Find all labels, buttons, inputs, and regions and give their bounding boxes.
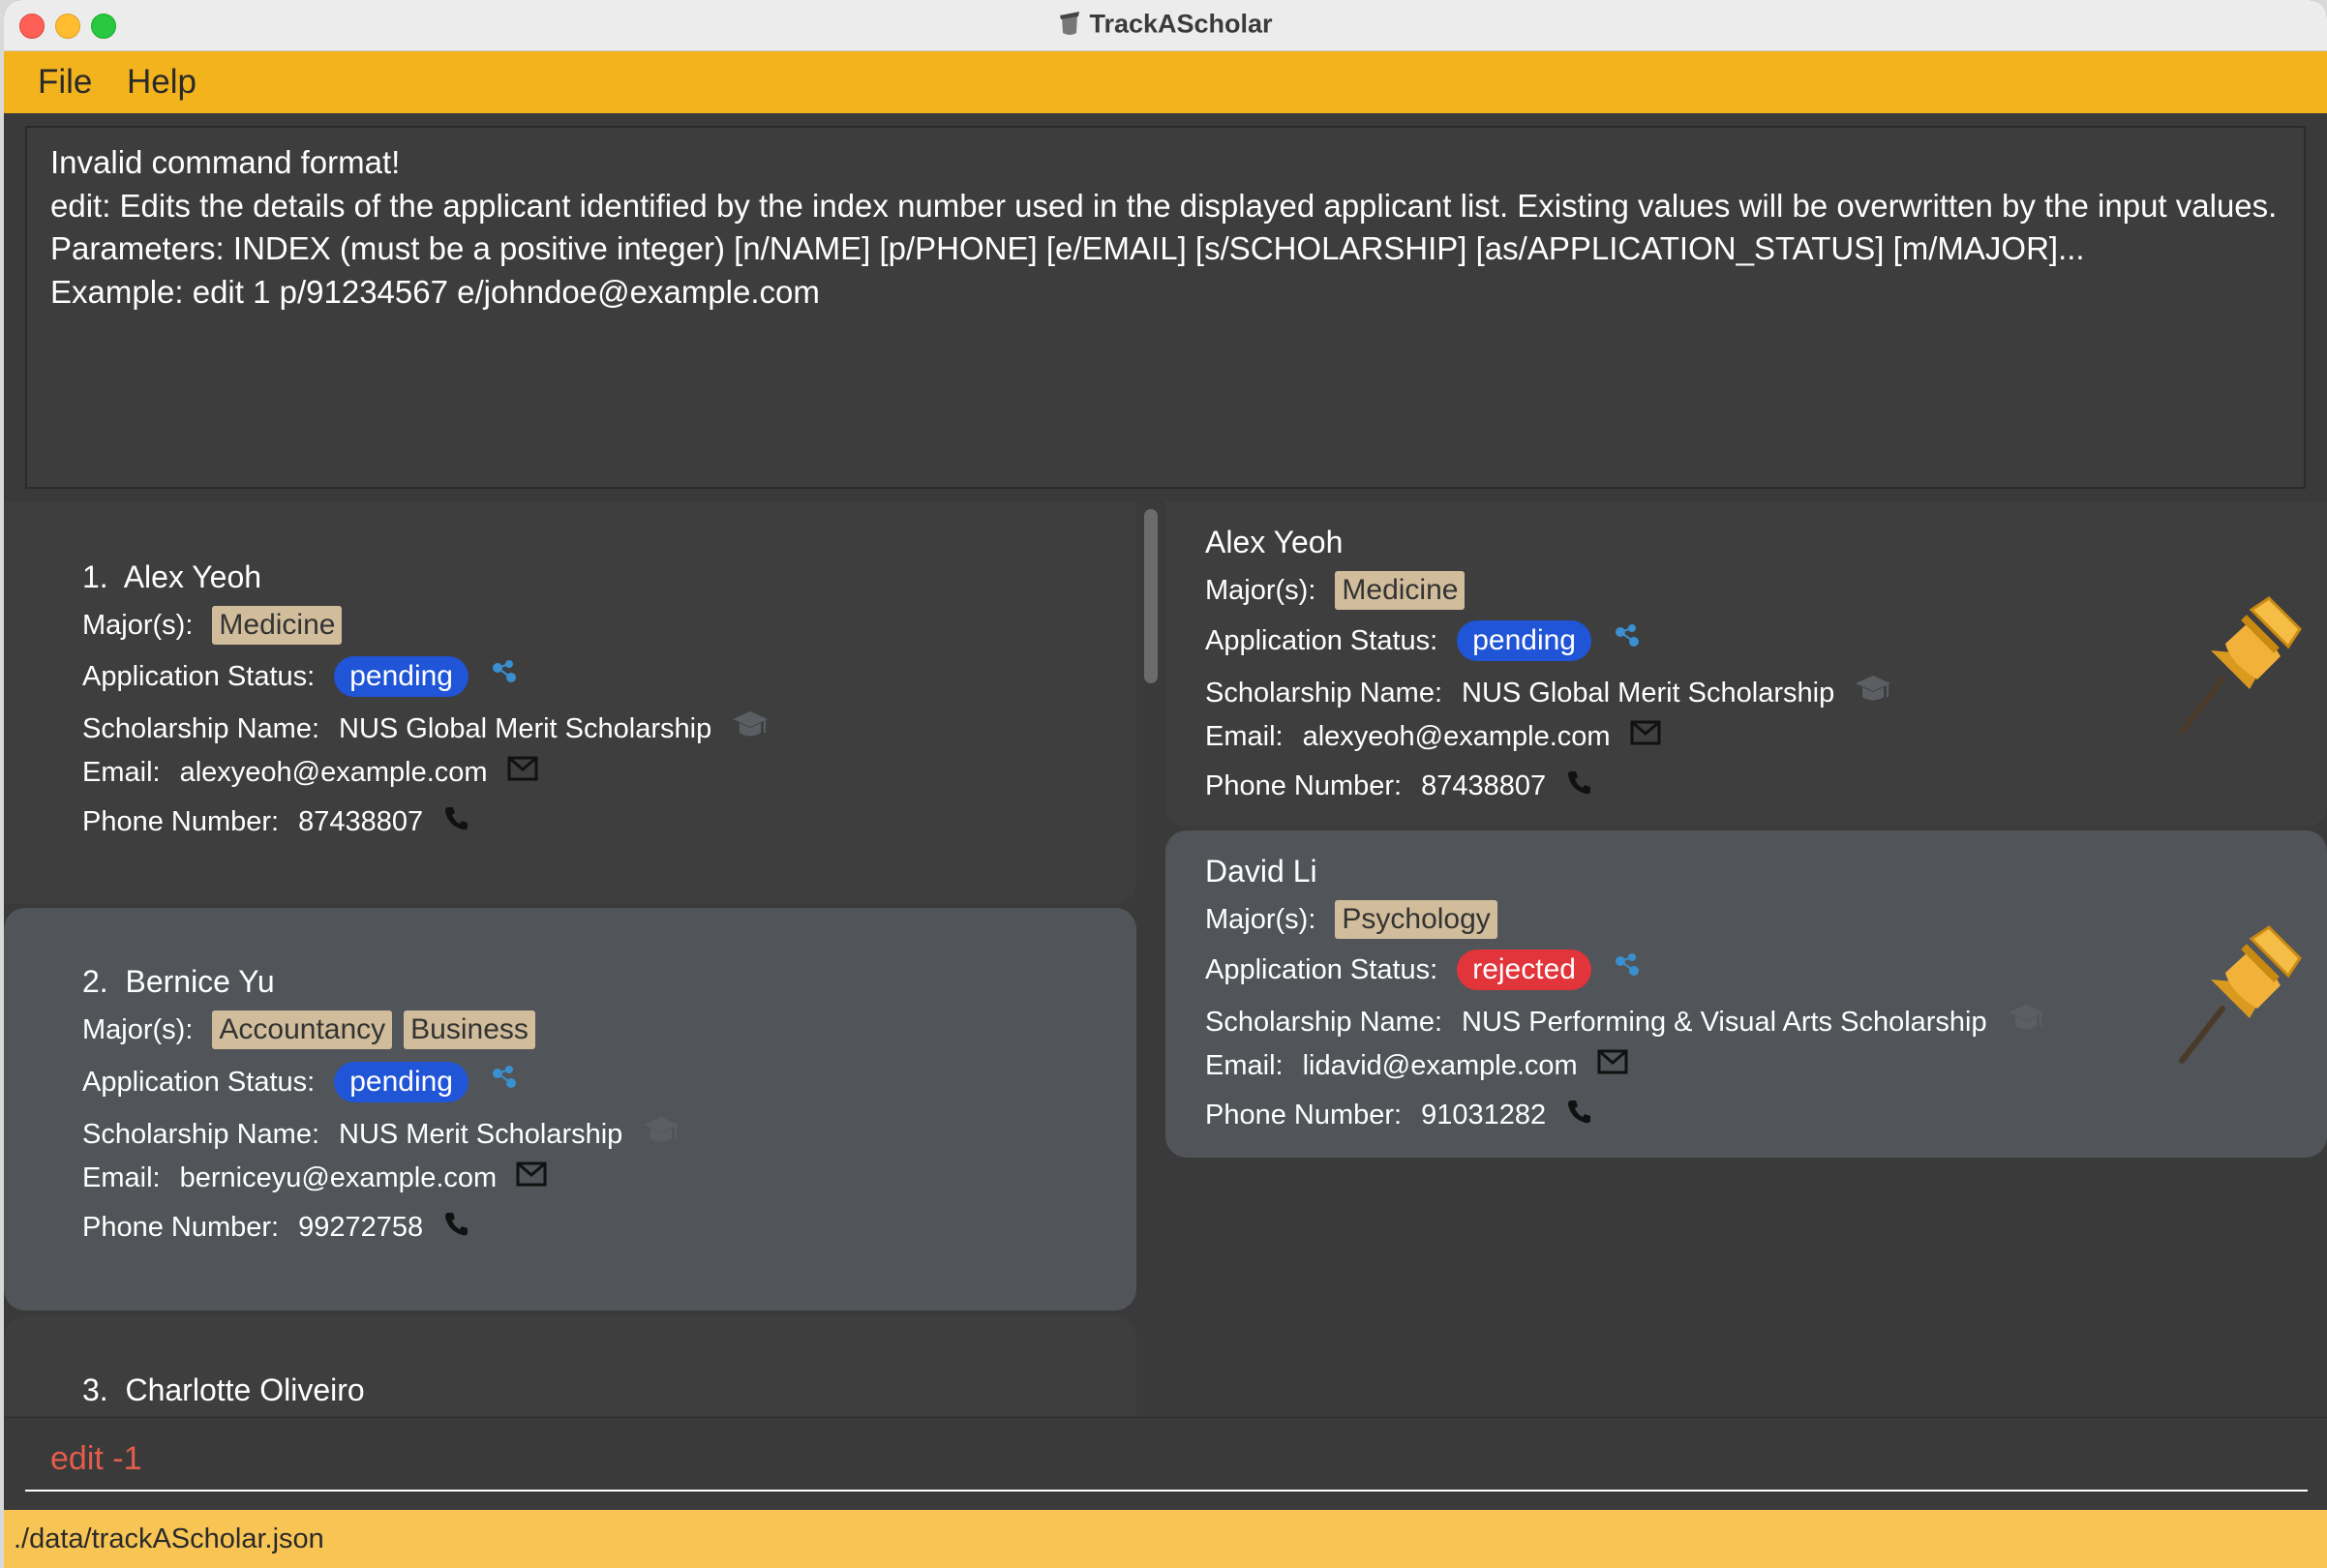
phone-label: Phone Number: bbox=[82, 805, 280, 837]
pin-icon[interactable] bbox=[2172, 920, 2308, 1072]
applicant-name: Charlotte Oliveiro bbox=[125, 1372, 365, 1407]
result-line: Parameters: INDEX (must be a positive in… bbox=[50, 230, 2085, 266]
app-icon bbox=[1058, 8, 1081, 44]
scholarship-name: NUS Global Merit Scholarship bbox=[1462, 677, 1835, 709]
scholarship-label: Scholarship Name: bbox=[1205, 1006, 1442, 1038]
major-tag: Psychology bbox=[1335, 900, 1497, 939]
applicant-index: 1. bbox=[82, 559, 108, 594]
mail-icon bbox=[516, 1161, 547, 1194]
status-icon bbox=[488, 1062, 521, 1102]
status-icon bbox=[1611, 620, 1644, 661]
result-line: Example: edit 1 p/91234567 e/johndoe@exa… bbox=[50, 273, 820, 310]
status-badge: pending bbox=[1457, 620, 1591, 661]
status-badge: rejected bbox=[1457, 950, 1591, 990]
graduation-cap-icon bbox=[2007, 1001, 2045, 1043]
status-badge: pending bbox=[334, 656, 468, 697]
applicant-card[interactable]: 2. Bernice Yu Major(s): Accountancy Busi… bbox=[4, 908, 1136, 1311]
status-label: Application Status: bbox=[1205, 624, 1438, 656]
result-line: edit: Edits the details of the applicant… bbox=[50, 187, 2278, 224]
scholarship-label: Scholarship Name: bbox=[82, 712, 319, 744]
email-value: lidavid@example.com bbox=[1302, 1049, 1578, 1081]
phone-value: 99272758 bbox=[298, 1211, 424, 1243]
major-label: Major(s): bbox=[82, 609, 194, 641]
major-label: Major(s): bbox=[82, 1013, 194, 1045]
menu-file[interactable]: File bbox=[38, 63, 92, 102]
major-tag: Accountancy bbox=[212, 1010, 393, 1049]
phone-value: 87438807 bbox=[1421, 769, 1547, 801]
phone-value: 91031282 bbox=[1421, 1099, 1547, 1131]
scholarship-label: Scholarship Name: bbox=[1205, 677, 1442, 709]
graduation-cap-icon bbox=[1854, 672, 1892, 714]
status-badge: pending bbox=[334, 1062, 468, 1102]
pinned-name: David Li bbox=[1205, 854, 1317, 889]
major-label: Major(s): bbox=[1205, 903, 1316, 935]
scholarship-name: NUS Performing & Visual Arts Scholarship bbox=[1462, 1006, 1987, 1038]
result-display: Invalid command format! edit: Edits the … bbox=[25, 126, 2306, 489]
phone-icon bbox=[1565, 769, 1592, 803]
mail-icon bbox=[507, 756, 538, 789]
status-icon bbox=[1611, 950, 1644, 990]
email-label: Email: bbox=[82, 756, 161, 788]
pinned-card[interactable]: Alex Yeoh Major(s): Medicine Application… bbox=[1165, 501, 2327, 827]
mail-icon bbox=[1597, 1049, 1628, 1082]
window-title: TrackAScholar bbox=[1089, 9, 1273, 39]
pinned-card[interactable]: David Li Major(s): Psychology Applicatio… bbox=[1165, 830, 2327, 1158]
applicant-card[interactable]: 3. Charlotte Oliveiro bbox=[4, 1316, 1136, 1416]
title-bar: TrackAScholar bbox=[4, 0, 2327, 51]
status-bar: ./data/trackAScholar.json bbox=[4, 1510, 2327, 1568]
email-label: Email: bbox=[82, 1161, 161, 1193]
command-box: edit -1 bbox=[4, 1417, 2327, 1505]
applicant-name: Bernice Yu bbox=[125, 964, 275, 999]
graduation-cap-icon bbox=[642, 1113, 680, 1156]
major-tag: Medicine bbox=[212, 606, 343, 645]
scholarship-name: NUS Merit Scholarship bbox=[339, 1118, 623, 1150]
applicant-index: 2. bbox=[82, 964, 108, 999]
scholarship-label: Scholarship Name: bbox=[82, 1118, 319, 1150]
email-value: alexyeoh@example.com bbox=[1302, 720, 1611, 752]
phone-label: Phone Number: bbox=[1205, 769, 1403, 801]
status-label: Application Status: bbox=[1205, 953, 1438, 985]
mail-icon bbox=[1630, 720, 1661, 753]
phone-label: Phone Number: bbox=[82, 1211, 280, 1243]
result-line: Invalid command format! bbox=[50, 144, 401, 180]
major-tag: Business bbox=[404, 1010, 535, 1049]
phone-value: 87438807 bbox=[298, 805, 424, 837]
list-scrollbar[interactable] bbox=[1144, 509, 1158, 683]
menu-bar: File Help bbox=[4, 51, 2327, 113]
command-input[interactable]: edit -1 bbox=[25, 1428, 2308, 1492]
major-label: Major(s): bbox=[1205, 574, 1316, 606]
scholarship-name: NUS Global Merit Scholarship bbox=[339, 712, 712, 744]
phone-icon bbox=[1565, 1098, 1592, 1132]
pinned-list[interactable]: Alex Yeoh Major(s): Medicine Application… bbox=[1165, 501, 2327, 1416]
phone-label: Phone Number: bbox=[1205, 1099, 1403, 1131]
phone-icon bbox=[442, 1210, 469, 1245]
applicant-index: 3. bbox=[82, 1372, 108, 1407]
applicant-name: Alex Yeoh bbox=[123, 559, 262, 594]
email-label: Email: bbox=[1205, 720, 1284, 752]
status-label: Application Status: bbox=[82, 660, 316, 692]
applicant-list[interactable]: 1. Alex Yeoh Major(s): Medicine Applicat… bbox=[4, 501, 1136, 1416]
app-window: TrackAScholar File Help Invalid command … bbox=[4, 0, 2327, 1568]
email-label: Email: bbox=[1205, 1049, 1284, 1081]
graduation-cap-icon bbox=[731, 708, 770, 750]
pinned-name: Alex Yeoh bbox=[1205, 525, 1344, 559]
email-value: berniceyu@example.com bbox=[179, 1161, 498, 1193]
menu-help[interactable]: Help bbox=[127, 63, 196, 102]
pin-icon[interactable] bbox=[2172, 590, 2308, 743]
data-file-path: ./data/trackAScholar.json bbox=[14, 1523, 324, 1554]
status-icon bbox=[488, 656, 521, 697]
email-value: alexyeoh@example.com bbox=[179, 756, 488, 788]
phone-icon bbox=[442, 804, 469, 839]
status-label: Application Status: bbox=[82, 1066, 316, 1098]
major-tag: Medicine bbox=[1335, 571, 1466, 610]
applicant-card[interactable]: 1. Alex Yeoh Major(s): Medicine Applicat… bbox=[4, 501, 1136, 904]
